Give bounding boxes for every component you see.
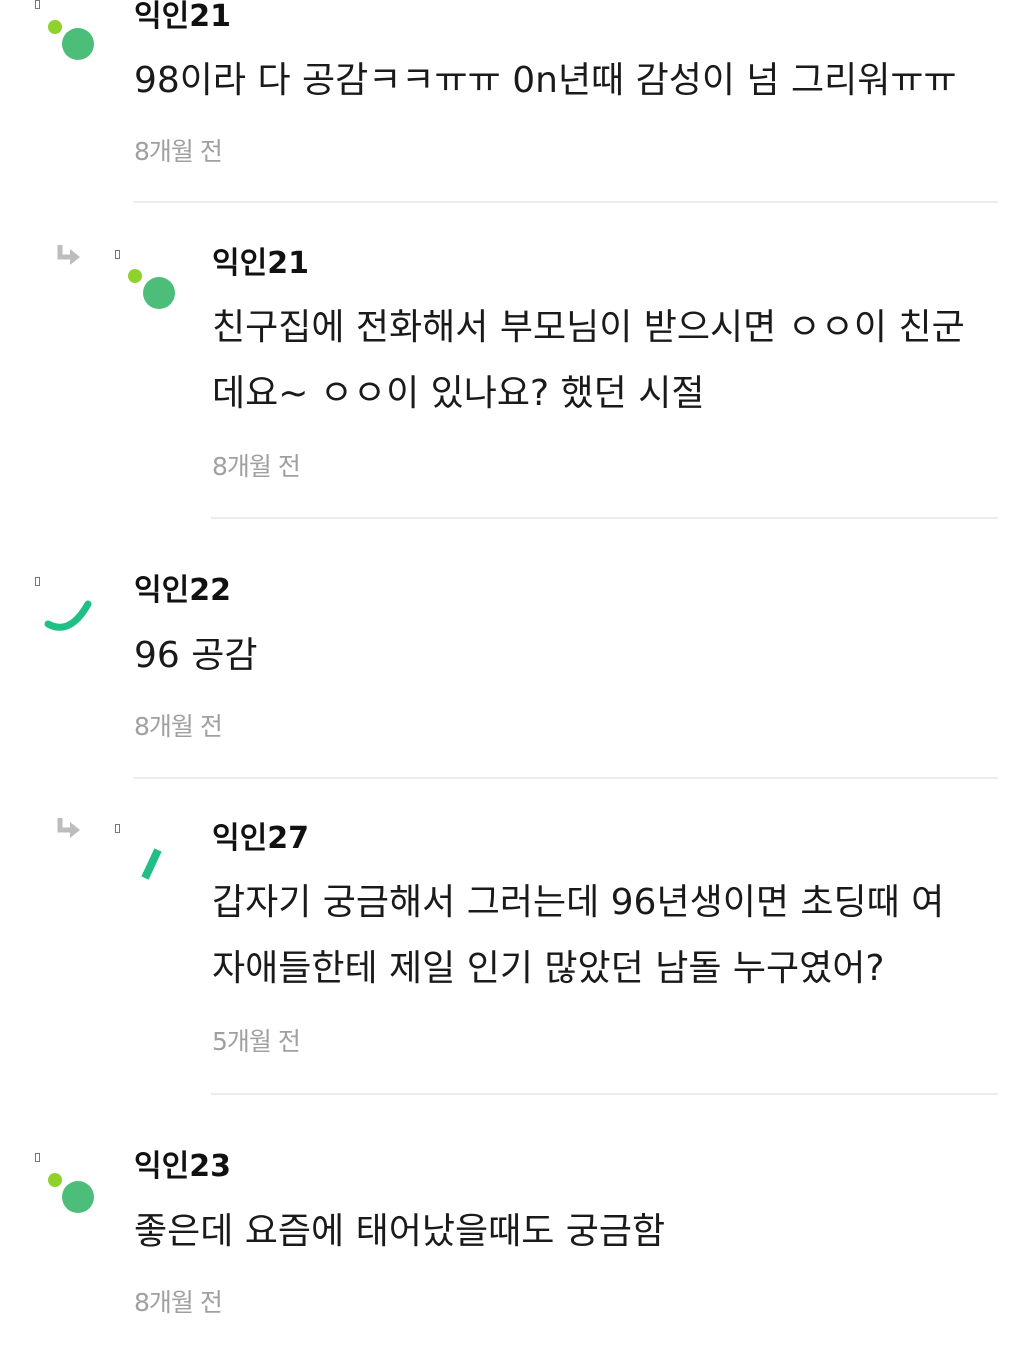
comment-text: 96 공감 (134, 635, 258, 676)
comment-time: 5개월 전 (212, 1027, 301, 1056)
comment-item: 익인23 좋은데 요즘에 태어났을때도 궁금함 8개월 전 (0, 1097, 1024, 1351)
comment-item-reply: 익인27 갑자기 궁금해서 그러는데 96년생이면 초딩때 여 자애들한테 제일… (0, 780, 1024, 1097)
reply-arrow-icon (57, 245, 80, 265)
comment-author: 익인21 (134, 0, 231, 34)
comment-divider (133, 777, 998, 779)
dot-pair-avatar-icon (48, 20, 94, 60)
slash-avatar-icon (141, 848, 162, 880)
comment-item: 익인21 98이라 다 공감ㅋㅋㅠㅠ 0n년때 감성이 넘 그리워ㅠㅠ 8개월 … (0, 0, 1024, 205)
arc-avatar-icon (44, 600, 92, 631)
dot-pair-avatar-icon (48, 1173, 94, 1213)
comment-author: 익인23 (134, 1149, 231, 1184)
comment-item: 익인22 96 공감 8개월 전 (0, 520, 1024, 780)
comment-item-reply: 익인21 친구집에 전화해서 부모님이 받으시면 ㅇㅇ이 친군 데요~ ㅇㅇ이 … (0, 205, 1024, 520)
comment-text: 친구집에 전화해서 부모님이 받으시면 ㅇㅇ이 친군 데요~ ㅇㅇ이 있나요? … (212, 307, 965, 414)
comment-text: 98이라 다 공감ㅋㅋㅠㅠ 0n년때 감성이 넘 그리워ㅠㅠ (134, 60, 957, 101)
comment-time: 8개월 전 (212, 452, 301, 481)
comment-divider (211, 1093, 998, 1095)
checkbox-mark-icon[interactable] (35, 0, 40, 9)
checkbox-mark-icon[interactable] (115, 824, 120, 833)
comment-author: 익인21 (212, 246, 309, 281)
comment-time: 8개월 전 (134, 1288, 223, 1317)
comment-text: 갑자기 궁금해서 그러는데 96년생이면 초딩때 여 자애들한테 제일 인기 많… (212, 882, 945, 989)
checkbox-mark-icon[interactable] (115, 250, 120, 259)
comment-text: 좋은데 요즘에 태어났을때도 궁금함 (134, 1211, 666, 1252)
reply-arrow-icon (57, 818, 80, 838)
checkbox-mark-icon[interactable] (35, 1153, 40, 1162)
comment-divider (133, 201, 998, 203)
checkbox-mark-icon[interactable] (35, 577, 40, 586)
comment-time: 8개월 전 (134, 137, 223, 166)
comment-author: 익인22 (134, 573, 231, 608)
comment-time: 8개월 전 (134, 712, 223, 741)
comment-author: 익인27 (212, 821, 309, 856)
comment-divider (211, 517, 998, 519)
dot-pair-avatar-icon (128, 269, 175, 309)
